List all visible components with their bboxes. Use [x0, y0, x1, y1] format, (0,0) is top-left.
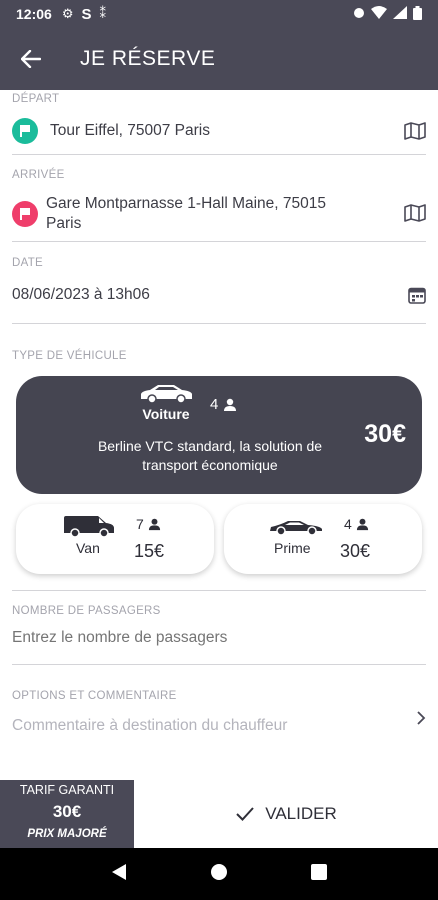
tarif-box: TARIF GARANTI 30€ PRIX MAJORÉ	[0, 780, 134, 848]
wifi-icon	[371, 6, 387, 22]
page-title: JE RÉSERVE	[80, 47, 216, 70]
person-icon	[356, 518, 368, 530]
options-field[interactable]: OPTIONS ET COMMENTAIRE Commentaire à des…	[12, 680, 426, 750]
check-icon	[236, 807, 254, 821]
sports-car-icon	[268, 518, 324, 541]
back-button[interactable]	[0, 28, 62, 90]
vehicle-price: 30€	[364, 420, 406, 448]
flag-pin-icon	[12, 201, 38, 227]
bottom-bar: TARIF GARANTI 30€ PRIX MAJORÉ VALIDER	[0, 780, 438, 848]
vehicle-capacity: 4	[344, 516, 352, 532]
settings-gear-icon: ⚙	[61, 6, 74, 21]
vehicle-card-selected[interactable]: Voiture 4 Berline VTC standard, la solut…	[16, 376, 422, 494]
tarif-title: TARIF GARANTI	[19, 783, 115, 797]
vehicle-name: Van	[76, 540, 100, 556]
date-field[interactable]: DATE 08/06/2023 à 13h06	[12, 250, 426, 324]
battery-icon	[413, 5, 422, 23]
valider-button[interactable]: VALIDER	[134, 780, 438, 848]
tarif-price: 30€	[52, 802, 82, 821]
arrivee-value-line1: Gare Montparnasse 1-Hall Maine, 75015	[46, 195, 327, 212]
map-book-icon[interactable]	[400, 122, 426, 140]
map-book-icon[interactable]	[400, 204, 426, 222]
chevron-right-icon[interactable]	[400, 711, 426, 725]
van-icon	[62, 514, 116, 543]
tarif-note: PRIX MAJORÉ	[27, 828, 107, 840]
vehicle-capacity: 4	[210, 396, 219, 413]
network-icon: ⁑	[99, 6, 106, 21]
vehicle-price: 15€	[134, 541, 165, 561]
vehicle-price: 30€	[340, 541, 371, 561]
app-bar: JE RÉSERVE	[0, 28, 438, 90]
passagers-label: NOMBRE DE PASSAGERS	[12, 605, 161, 617]
depart-label: DÉPART	[12, 93, 60, 105]
arrivee-value-line2: Paris	[46, 215, 82, 232]
vehicle-card-van[interactable]: Van 7 15€	[16, 504, 214, 574]
vehicle-type-label: TYPE DE VÉHICULE	[12, 350, 127, 362]
depart-field[interactable]: DÉPART Tour Eiffel, 75007 Paris	[12, 90, 426, 155]
calendar-icon[interactable]	[400, 286, 426, 304]
depart-value: Tour Eiffel, 75007 Paris	[50, 122, 210, 139]
app-s-icon: S	[81, 5, 92, 23]
vehicle-description-line2: transport économique	[142, 457, 278, 473]
passagers-input[interactable]	[12, 629, 426, 647]
options-label: OPTIONS ET COMMENTAIRE	[12, 690, 177, 702]
status-time: 12:06	[16, 6, 52, 22]
status-bar: 12:06 ⚙ S ⁑	[0, 0, 438, 28]
person-icon	[148, 518, 160, 530]
arrivee-label: ARRIVÉE	[12, 169, 65, 181]
vehicle-name: Prime	[274, 540, 311, 556]
vehicle-card-prime[interactable]: Prime 4 30€	[224, 504, 422, 574]
arrivee-field[interactable]: ARRIVÉE Gare Montparnasse 1-Hall Maine, …	[12, 162, 426, 242]
person-icon	[224, 398, 237, 411]
date-label: DATE	[12, 257, 44, 269]
flag-pin-icon	[12, 118, 38, 144]
date-value: 08/06/2023 à 13h06	[12, 286, 150, 303]
circle-status-icon	[353, 6, 365, 22]
vehicle-description-line1: Berline VTC standard, la solution de	[97, 438, 323, 454]
nav-home-icon[interactable]	[210, 863, 228, 886]
valider-label: VALIDER	[265, 804, 337, 823]
signal-icon	[393, 6, 407, 22]
arrow-left-icon	[21, 50, 41, 68]
vehicle-capacity: 7	[136, 516, 144, 532]
system-nav-bar	[0, 848, 438, 900]
options-placeholder: Commentaire à destination du chauffeur	[12, 717, 288, 734]
passagers-field[interactable]: NOMBRE DE PASSAGERS	[12, 590, 426, 665]
nav-recents-icon[interactable]	[310, 863, 327, 885]
vehicle-name: Voiture	[142, 406, 190, 422]
nav-back-icon[interactable]	[111, 863, 127, 886]
